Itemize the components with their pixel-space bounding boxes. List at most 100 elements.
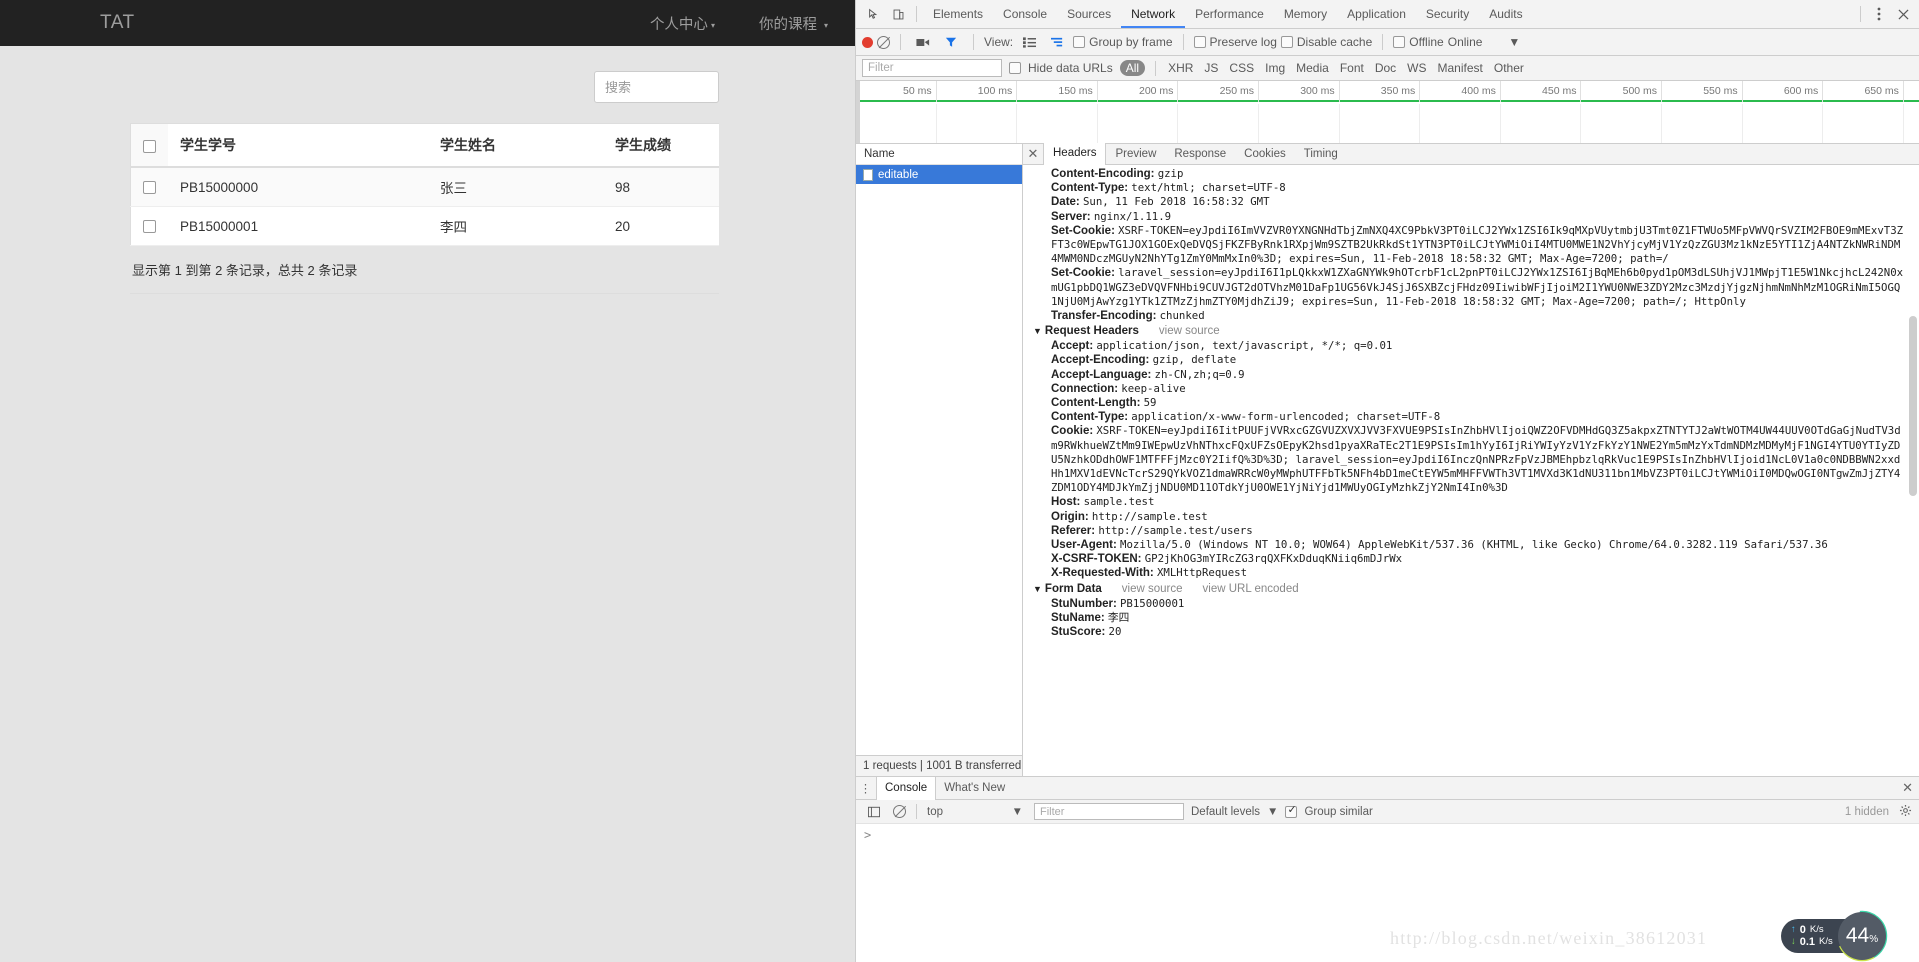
tab-console[interactable]: Console [993, 0, 1057, 28]
preserve-log-label[interactable]: Preserve log [1210, 35, 1277, 49]
filter-type-manifest[interactable]: Manifest [1436, 61, 1485, 75]
console-filter-input[interactable] [1034, 803, 1184, 820]
site-navbar: TAT 个人中心 ▾ 你的课程 ▾ [0, 0, 855, 46]
filter-type-js[interactable]: JS [1202, 61, 1220, 75]
filter-type-xhr[interactable]: XHR [1166, 61, 1195, 75]
column-header-student-name[interactable]: 学生姓名 [428, 123, 603, 168]
request-list-item-editable[interactable]: editable [856, 165, 1022, 184]
filter-type-media[interactable]: Media [1294, 61, 1331, 75]
cell-student-number: PB15000000 [168, 166, 428, 207]
filter-funnel-icon[interactable] [939, 30, 963, 54]
tab-elements[interactable]: Elements [923, 0, 993, 28]
hide-data-urls-checkbox[interactable] [1009, 62, 1021, 74]
detail-tab-preview[interactable]: Preview [1106, 144, 1165, 165]
detail-tab-timing[interactable]: Timing [1295, 144, 1347, 165]
detail-scrollbar[interactable] [1909, 166, 1918, 776]
tab-sources[interactable]: Sources [1057, 0, 1121, 28]
tab-audits[interactable]: Audits [1479, 0, 1532, 28]
search-input[interactable] [594, 71, 719, 103]
nav-item-your-courses[interactable]: 你的课程 ▾ [759, 13, 828, 34]
web-page-panel: TAT 个人中心▾ 你的课程 ▾ 学生学号 学生姓名 学生成绩 [0, 0, 855, 962]
detail-tab-response[interactable]: Response [1165, 144, 1235, 165]
network-overview-timeline[interactable]: 50 ms 100 ms 150 ms 200 ms 250 ms 300 ms 350 m… [856, 81, 1919, 144]
tab-network[interactable]: Network [1121, 0, 1186, 28]
group-similar-label[interactable]: Group similar [1304, 806, 1372, 818]
group-by-frame-label[interactable]: Group by frame [1089, 35, 1172, 49]
detail-scrollbar-thumb[interactable] [1909, 316, 1917, 496]
more-options-icon[interactable] [1867, 2, 1891, 26]
list-view-icon[interactable] [1017, 30, 1041, 54]
collapse-triangle-icon[interactable]: ▼ [1033, 326, 1042, 336]
cpu-usage-badge[interactable]: 44% [1838, 912, 1886, 960]
site-brand[interactable]: TAT [0, 12, 135, 34]
drawer-tab-console[interactable]: Console [876, 776, 937, 800]
request-list-header[interactable]: Name [856, 144, 1022, 165]
filter-type-other[interactable]: Other [1492, 61, 1526, 75]
filter-type-doc[interactable]: Doc [1373, 61, 1398, 75]
filter-type-img[interactable]: Img [1263, 61, 1287, 75]
console-context-select[interactable]: top ▼ [927, 806, 1027, 818]
offline-checkbox[interactable] [1393, 36, 1406, 48]
offline-label[interactable]: Offline [1409, 35, 1443, 49]
tab-memory[interactable]: Memory [1274, 0, 1337, 28]
close-icon[interactable] [1891, 2, 1915, 26]
inspect-element-icon[interactable] [862, 2, 886, 26]
cell-student-score[interactable]: 98 [603, 166, 719, 207]
timeline-gridline [856, 104, 1904, 143]
header-section-title[interactable]: ▼ Request Headers view source [1033, 323, 1919, 339]
checkbox-icon[interactable] [143, 139, 156, 153]
filter-type-ws[interactable]: WS [1405, 61, 1428, 75]
group-by-frame-checkbox[interactable] [1073, 36, 1086, 48]
capture-screenshots-icon[interactable] [911, 30, 935, 54]
table-row[interactable]: PB15000000 张三 98 [130, 166, 719, 207]
table-row[interactable]: PB15000001 李四 20 [130, 206, 719, 246]
toggle-device-toolbar-icon[interactable] [886, 2, 910, 26]
view-source-link[interactable]: view source [1122, 583, 1183, 595]
record-icon[interactable] [862, 36, 873, 48]
waterfall-view-icon[interactable] [1045, 30, 1069, 54]
preserve-log-checkbox[interactable] [1193, 36, 1206, 48]
network-filter-input[interactable] [862, 59, 1002, 77]
gear-icon[interactable] [1899, 804, 1912, 820]
console-levels-chevron-down-icon[interactable]: ▼ [1267, 806, 1278, 818]
close-detail-icon[interactable]: ✕ [1023, 146, 1043, 162]
drawer-close-icon[interactable]: ✕ [1902, 780, 1913, 796]
drawer-more-options-icon[interactable]: ⋮ [856, 781, 876, 795]
group-similar-checkbox[interactable] [1285, 804, 1298, 818]
row-checkbox-cell[interactable] [130, 166, 168, 207]
column-header-student-number[interactable]: 学生学号 [168, 123, 428, 168]
drawer-tab-whats-new[interactable]: What's New [936, 777, 1013, 800]
collapse-triangle-icon[interactable]: ▼ [1033, 584, 1042, 594]
console-levels-label[interactable]: Default levels [1191, 806, 1260, 818]
disable-cache-checkbox[interactable] [1280, 36, 1293, 48]
detail-tab-cookies[interactable]: Cookies [1235, 144, 1295, 165]
tab-performance[interactable]: Performance [1185, 0, 1274, 28]
select-all-header[interactable] [130, 123, 168, 168]
column-header-student-score[interactable]: 学生成绩 [603, 123, 719, 168]
header-section-title[interactable]: ▼ Form Data view source view URL encoded [1033, 581, 1919, 597]
console-sidebar-icon[interactable] [862, 800, 886, 824]
document-icon [863, 168, 873, 181]
console-output[interactable]: > [856, 824, 1919, 896]
tab-application[interactable]: Application [1337, 0, 1416, 28]
throttling-chevron-down-icon[interactable]: ▼ [1508, 35, 1520, 49]
filter-type-css[interactable]: CSS [1227, 61, 1256, 75]
view-source-link[interactable]: view URL encoded [1203, 583, 1299, 595]
checkbox-icon[interactable] [143, 181, 156, 195]
hide-data-urls-label[interactable]: Hide data URLs [1028, 61, 1113, 75]
view-source-link[interactable]: view source [1159, 325, 1220, 337]
nav-item-personal-center[interactable]: 个人中心 ▾ [650, 13, 715, 34]
online-throttling-label[interactable]: Online [1448, 35, 1483, 49]
timeline-left-handle[interactable] [856, 81, 860, 143]
filter-type-font[interactable]: Font [1338, 61, 1366, 75]
cell-student-score[interactable]: 20 [603, 206, 719, 246]
detail-tab-headers[interactable]: Headers [1043, 143, 1107, 165]
checkbox-icon[interactable] [143, 220, 156, 234]
filter-type-all[interactable]: All [1119, 60, 1146, 76]
clear-icon[interactable] [877, 35, 890, 49]
tab-security[interactable]: Security [1416, 0, 1479, 28]
header-name: StuNumber: [1051, 597, 1120, 610]
disable-cache-label[interactable]: Disable cache [1297, 35, 1372, 49]
row-checkbox-cell[interactable] [130, 206, 168, 246]
clear-console-icon[interactable] [893, 805, 906, 818]
